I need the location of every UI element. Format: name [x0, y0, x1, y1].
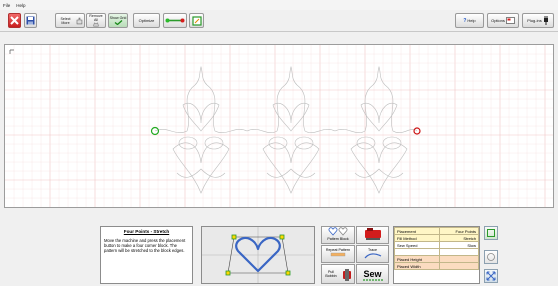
grid-lines — [5, 45, 553, 207]
help-icon: ? — [463, 17, 467, 24]
toolbar: Select More Remove All Show Grid Optimiz… — [0, 10, 558, 32]
property-value[interactable]: Stretch — [439, 234, 479, 242]
property-value[interactable] — [439, 262, 479, 270]
repeat-icon — [330, 252, 346, 257]
expand-button[interactable] — [484, 269, 498, 283]
property-row[interactable]: Placed Height — [393, 255, 479, 263]
property-row[interactable]: Placed Width — [393, 262, 479, 270]
plugins-button[interactable]: Plug-ins — [522, 13, 554, 28]
stitch-line-icon — [363, 279, 383, 281]
grid-workspace[interactable] — [5, 45, 553, 207]
sequence-arrow-icon — [165, 18, 185, 23]
help-label: Help — [467, 18, 476, 23]
property-label: Placement — [393, 227, 441, 235]
properties-table: Placement Four Points Fill Method Stretch Se… — [393, 227, 479, 270]
menu-bar: File Help — [0, 0, 558, 10]
options-icon — [506, 17, 515, 24]
help-button[interactable]: ? Help — [455, 13, 484, 28]
trace-button[interactable]: Trace — [356, 245, 389, 263]
plug-icon — [543, 16, 548, 25]
corner-handle — [225, 270, 231, 276]
properties-panel: Placement Four Points Fill Method Stretch Se… — [393, 226, 480, 284]
pull-bobbin-button[interactable]: Pull Bobbin — [321, 264, 355, 284]
instructions-body: Move the machine and press the placement… — [104, 238, 186, 254]
corner-handle — [285, 270, 291, 276]
checkmark-icon — [114, 20, 122, 25]
menu-file[interactable]: File — [3, 3, 10, 8]
corner-handle — [231, 234, 237, 240]
remove-all-button[interactable]: Remove All — [86, 13, 106, 28]
property-value[interactable]: Slow — [439, 241, 479, 249]
property-value[interactable] — [439, 248, 479, 256]
sewing-machine-icon — [364, 228, 381, 240]
bobbin-icon — [343, 269, 351, 281]
block-preview[interactable] — [201, 226, 315, 284]
plugins-label: Plug-ins — [527, 18, 542, 23]
corner-handle — [279, 234, 285, 240]
sequence-button[interactable] — [163, 13, 187, 28]
select-more-label: Select More — [60, 16, 71, 25]
close-icon — [10, 16, 19, 25]
close-button[interactable] — [8, 13, 21, 28]
frame-button[interactable] — [189, 13, 204, 28]
property-label: Fill Method — [393, 234, 441, 242]
property-label — [393, 248, 441, 256]
property-row[interactable]: Placement Four Points — [393, 227, 479, 235]
pattern-block-label: Pattern Block — [327, 237, 349, 241]
corner-marker — [9, 49, 14, 54]
lock-button[interactable] — [484, 250, 498, 264]
trace-path-icon — [364, 253, 381, 259]
sewing-canvas[interactable] — [4, 44, 554, 208]
optimize-label: Optimize — [138, 18, 155, 23]
hand-pointer-icon — [76, 17, 83, 24]
hand-icon — [93, 22, 99, 27]
repeat-pattern-button[interactable]: Repeat Pattern — [321, 245, 355, 263]
property-row[interactable]: Sew Speed Slow — [393, 241, 479, 249]
property-value[interactable]: Four Points — [439, 227, 479, 235]
property-row[interactable]: Fill Method Stretch — [393, 234, 479, 242]
remove-all-label: Remove All — [89, 14, 103, 22]
show-grid-button[interactable]: Show Grid — [108, 13, 128, 28]
lock-icon — [487, 253, 495, 261]
quilt-pattern — [154, 66, 418, 194]
property-value[interactable] — [439, 255, 479, 263]
property-label: Placed Height — [393, 255, 441, 263]
stitch-out-button[interactable] — [356, 226, 389, 244]
square-outline-icon — [487, 229, 495, 237]
floppy-disk-icon — [26, 16, 35, 25]
property-label: Placed Width — [393, 262, 441, 270]
pull-bobbin-label: Pull Bobbin — [325, 270, 337, 278]
select-more-button[interactable]: Select More — [55, 13, 85, 28]
save-button[interactable] — [24, 13, 37, 28]
heart-outline-icon — [328, 227, 348, 236]
pattern-block-button[interactable]: Pattern Block — [321, 226, 355, 244]
block-outline-button[interactable] — [484, 226, 498, 240]
menu-help[interactable]: Help — [16, 3, 25, 8]
property-label: Sew Speed — [393, 241, 441, 249]
frame-icon — [191, 15, 202, 26]
block-preview-graphic — [202, 227, 314, 283]
options-label: Options — [491, 18, 505, 23]
options-button[interactable]: Options — [487, 13, 519, 28]
optimize-button[interactable]: Optimize — [133, 13, 160, 28]
property-row[interactable] — [393, 248, 479, 256]
sew-button[interactable]: Sew — [356, 264, 389, 284]
expand-arrows-icon — [486, 271, 496, 281]
instructions-panel: Four Points - Stretch Move the machine a… — [100, 226, 193, 284]
